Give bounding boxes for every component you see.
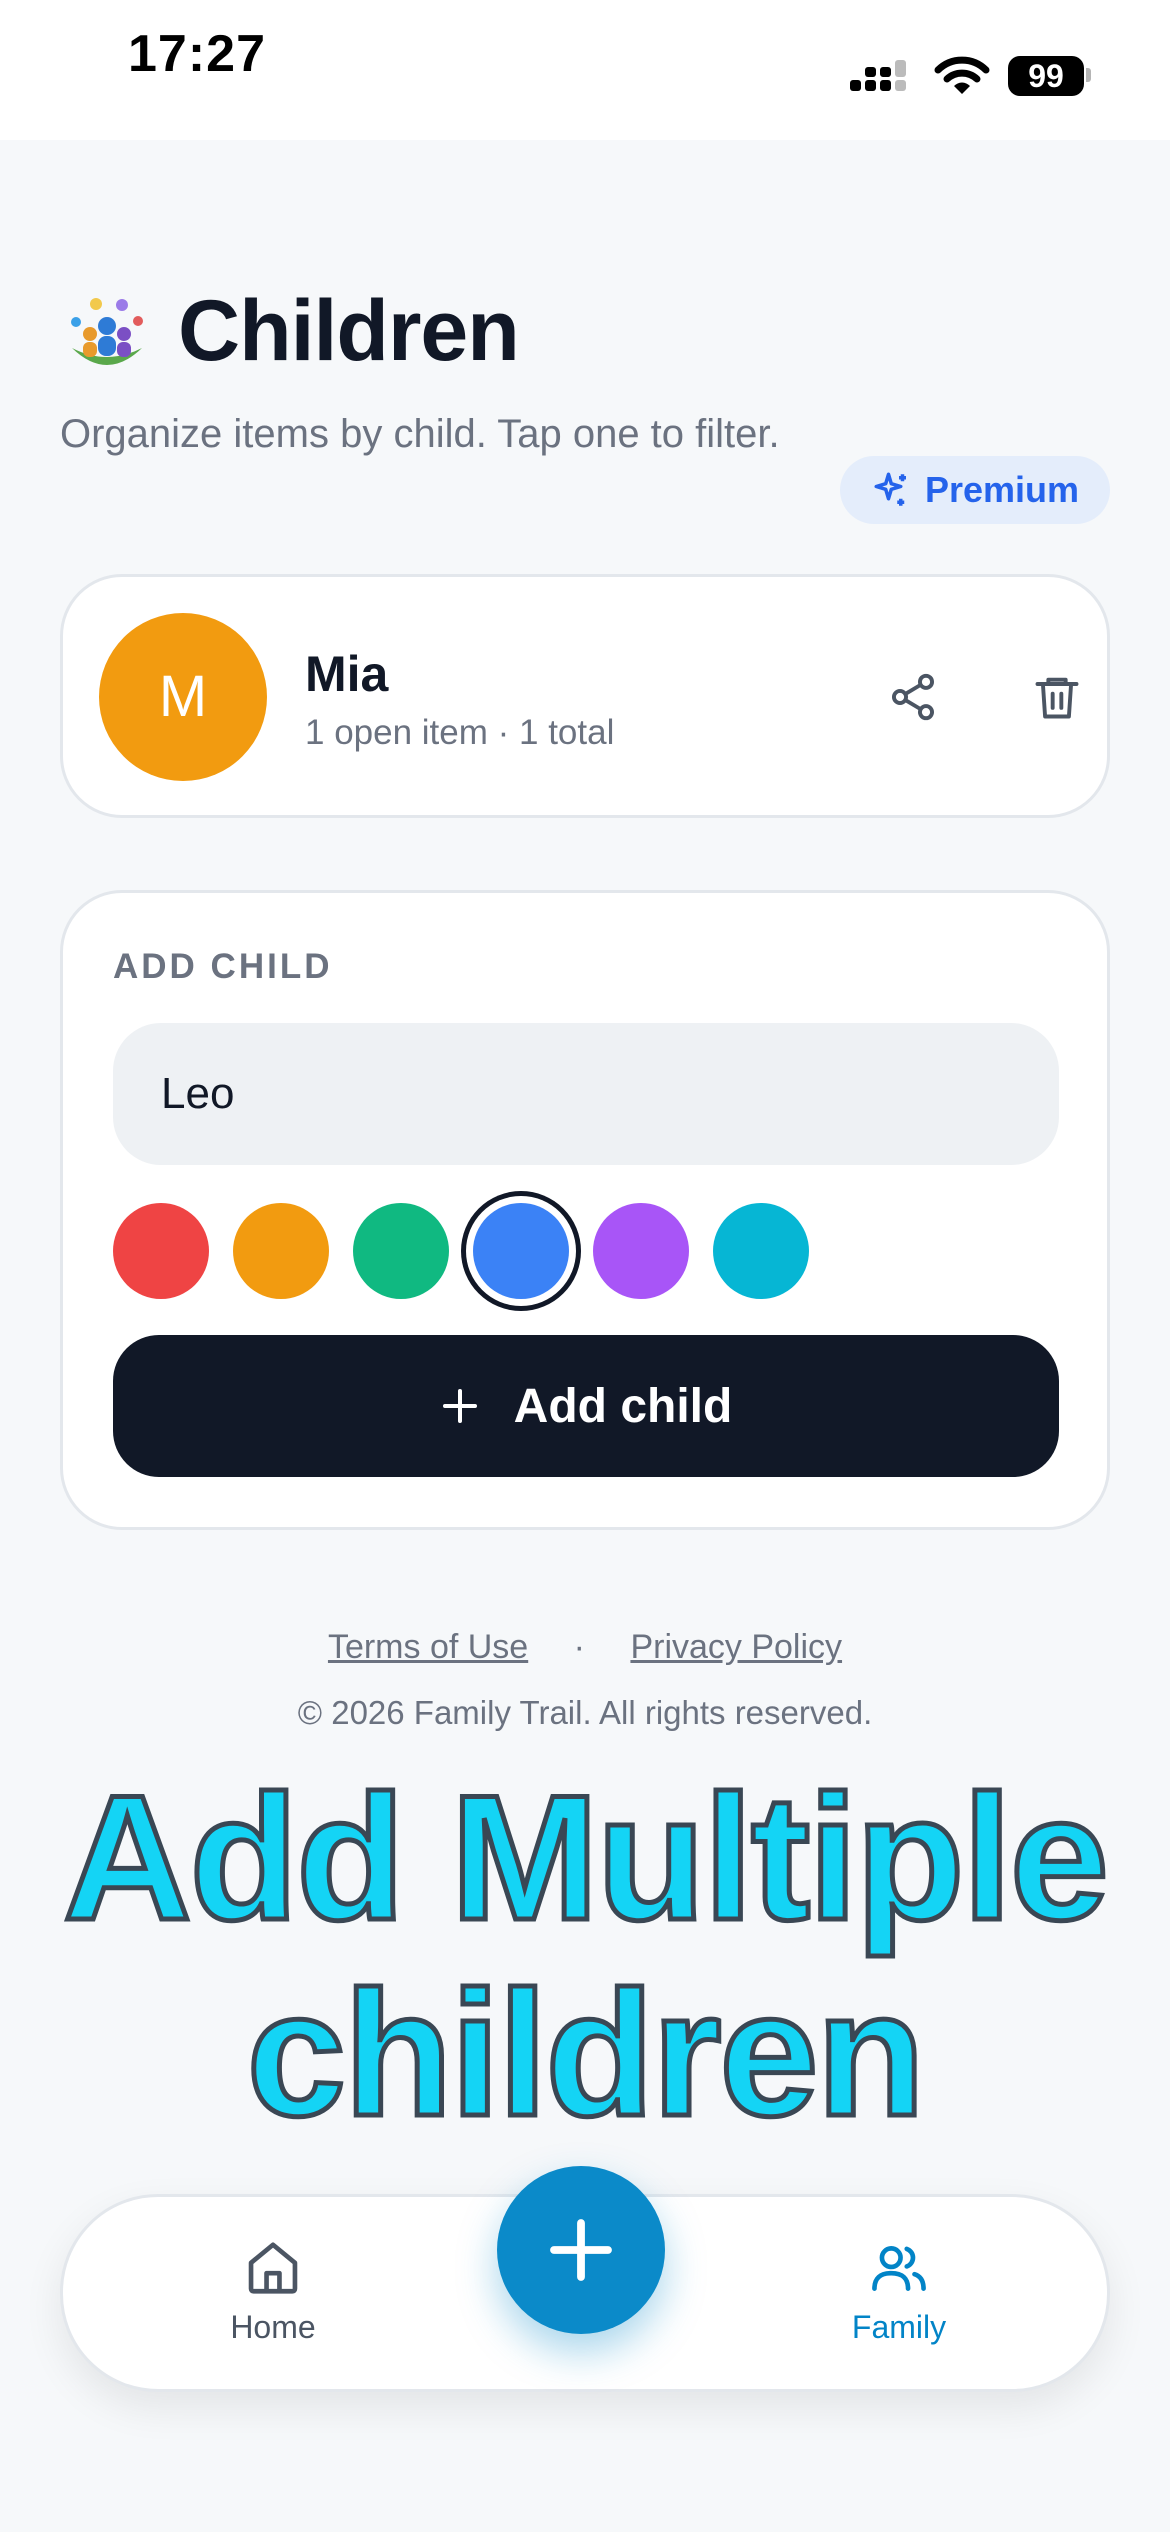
promo-caption: Add Multiple children	[0, 1757, 1170, 2154]
family-logo-icon	[71, 298, 143, 365]
privacy-link[interactable]: Privacy Policy	[630, 1628, 842, 1666]
color-swatch-cyan[interactable]	[713, 1203, 809, 1299]
color-swatch-purple[interactable]	[593, 1203, 689, 1299]
home-icon	[248, 2242, 298, 2294]
footer-separator: ·	[573, 1628, 585, 1666]
color-swatch-orange[interactable]	[233, 1203, 329, 1299]
color-swatch-blue-selected[interactable]	[473, 1203, 569, 1299]
battery-indicator: 99	[1008, 56, 1084, 96]
page-subtitle: Organize items by child. Tap one to filt…	[60, 412, 780, 456]
tab-home[interactable]: Home	[173, 2237, 373, 2346]
status-icons: 99	[850, 54, 1100, 102]
trash-icon	[1035, 677, 1079, 719]
promo-line-1: Add Multiple	[61, 1757, 1112, 1958]
child-item-count: 1 open item · 1 total	[305, 713, 615, 752]
add-item-fab[interactable]	[497, 2166, 665, 2334]
color-swatch-green[interactable]	[353, 1203, 449, 1299]
share-icon	[891, 673, 935, 721]
add-child-button[interactable]: Add child	[113, 1335, 1059, 1477]
avatar: M	[99, 613, 267, 781]
delete-button[interactable]	[1017, 657, 1097, 737]
premium-button[interactable]: Premium	[840, 456, 1110, 524]
tab-family-label: Family	[851, 2309, 947, 2345]
tab-family[interactable]: Family	[799, 2237, 999, 2346]
battery-nub	[1086, 68, 1091, 82]
child-card-mia[interactable]: M Mia 1 open item · 1 total	[60, 574, 1110, 818]
cellular-signal-icon	[850, 60, 906, 91]
wifi-icon	[934, 56, 990, 94]
premium-label: Premium	[924, 469, 1080, 510]
add-child-button-label: Add child	[513, 1379, 733, 1433]
page-title: Children	[178, 283, 520, 379]
promo-line-2: children	[244, 1953, 927, 2154]
plus-icon	[442, 1389, 477, 1423]
status-time: 17:27	[128, 25, 266, 83]
copyright-text: © 2026 Family Trail. All rights reserved…	[297, 1694, 873, 1731]
add-child-card: ADD CHILD Add child	[60, 890, 1110, 1530]
terms-link[interactable]: Terms of Use	[328, 1628, 528, 1666]
users-icon	[872, 2246, 926, 2291]
child-name-input[interactable]	[113, 1023, 1059, 1165]
add-child-section-label: ADD CHILD	[113, 947, 333, 986]
share-button[interactable]	[873, 657, 953, 737]
child-name: Mia	[305, 646, 389, 702]
plus-icon	[550, 2219, 612, 2281]
sparkles-icon	[874, 472, 906, 506]
color-swatch-red[interactable]	[113, 1203, 209, 1299]
footer-links: Terms of Use · Privacy Policy	[0, 1628, 1170, 1667]
tab-home-label: Home	[230, 2309, 316, 2345]
status-bar: 17:27 99	[0, 0, 1170, 140]
